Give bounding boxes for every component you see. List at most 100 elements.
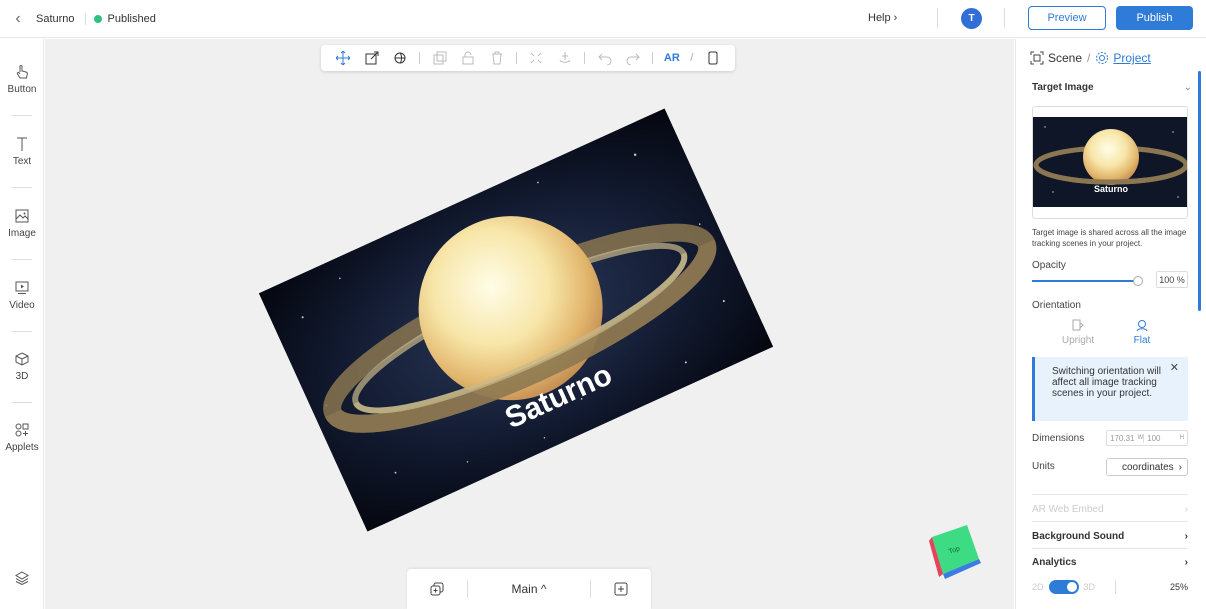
project-name[interactable]: Saturno [36, 12, 86, 25]
toggle-3d-label: 3D [1083, 582, 1096, 592]
target-image-note: Target image is shared across all the im… [1032, 228, 1187, 248]
divider [12, 187, 32, 188]
add-video-tool[interactable]: Video [0, 279, 44, 311]
pointer-hand-icon [0, 63, 44, 81]
toolbar-slash: / [690, 52, 694, 64]
chevron-right-icon: › [1184, 531, 1188, 542]
opacity-slider-track[interactable] [1032, 280, 1138, 282]
target-image-title[interactable]: Target Image [1032, 82, 1094, 93]
add-3d-tool[interactable]: 3D [0, 350, 44, 382]
layers-button[interactable] [0, 569, 44, 587]
divider [652, 52, 654, 64]
redo-icon [624, 49, 642, 67]
zoom-level[interactable]: 25% [1170, 582, 1188, 592]
help-link[interactable]: Help › [868, 12, 897, 24]
analytics-label: Analytics [1032, 557, 1077, 568]
opacity-slider-handle[interactable] [1133, 276, 1143, 286]
divider [1032, 494, 1188, 495]
tab-project-label: Project [1113, 51, 1151, 65]
gear-icon [1096, 52, 1109, 64]
collapse-icon [527, 49, 545, 67]
tab-project[interactable]: Project [1095, 51, 1151, 65]
duplicate-icon [431, 49, 449, 67]
image-icon [0, 207, 44, 225]
chevron-down-icon[interactable]: ⌄ [1184, 82, 1192, 93]
divider [937, 8, 938, 28]
background-sound-row[interactable]: Background Sound › [1032, 531, 1188, 542]
tab-scene-label: Scene [1048, 51, 1083, 65]
add-applets-tool[interactable]: Applets [0, 421, 44, 453]
units-value: coordinates [1121, 461, 1174, 473]
add-image-tool[interactable]: Image [0, 207, 44, 239]
tool-label: Text [12, 156, 32, 167]
tool-label: 3D [15, 371, 29, 382]
opacity-label: Opacity [1032, 260, 1066, 271]
orientation-upright-label: Upright [1061, 335, 1095, 346]
chevron-right-icon: › [1184, 557, 1188, 568]
tab-separator: / [1087, 51, 1091, 65]
lock-icon [459, 49, 477, 67]
view-cube[interactable]: Top [927, 519, 987, 579]
ar-view-toggle[interactable]: AR [664, 52, 680, 64]
left-toolbar: Button Text Image Video 3D Applets [0, 39, 44, 609]
scene-bar: Main ^ [407, 569, 651, 609]
move-icon[interactable] [334, 49, 352, 67]
preview-button[interactable]: Preview [1028, 6, 1106, 30]
divider [12, 259, 32, 260]
flat-icon [1117, 319, 1167, 335]
tab-scene[interactable]: Scene [1030, 51, 1082, 65]
add-button-tool[interactable]: Button [0, 63, 44, 95]
ar-web-embed-label: AR Web Embed [1032, 504, 1104, 515]
duplicate-scene-icon[interactable] [407, 582, 467, 596]
dimensions-label: Dimensions [1032, 433, 1085, 444]
text-icon [0, 135, 44, 153]
background-sound-label: Background Sound [1032, 531, 1125, 542]
video-icon [0, 279, 44, 297]
add-scene-icon[interactable] [591, 582, 651, 596]
chevron-right-icon: › [1184, 504, 1188, 515]
panel-tabs: Scene / Project [1030, 51, 1151, 65]
status-label: Published [107, 12, 156, 25]
orientation-label: Orientation [1032, 300, 1081, 311]
back-icon[interactable]: ‹ [0, 10, 36, 28]
close-icon[interactable]: ✕ [1170, 363, 1179, 374]
units-select[interactable]: coordinates › [1106, 458, 1188, 476]
divider [1004, 8, 1005, 28]
divider [12, 331, 32, 332]
orientation-flat[interactable]: Flat [1117, 319, 1167, 346]
scale-icon[interactable] [363, 49, 381, 67]
tool-label: Applets [5, 442, 39, 453]
analytics-row[interactable]: Analytics › [1032, 557, 1188, 568]
dimension-height-unit: H [1179, 435, 1184, 441]
publish-status: Published [86, 13, 156, 25]
phone-icon[interactable] [704, 49, 722, 67]
canvas-toolbar: AR / [321, 45, 735, 71]
chevron-right-icon: › [1178, 461, 1182, 473]
target-image-thumbnail[interactable]: Saturno [1032, 106, 1188, 219]
dimensions-input[interactable]: 170.31 W 100 H [1106, 430, 1188, 446]
dimension-height[interactable]: 100 [1143, 433, 1163, 443]
divider [1032, 521, 1188, 522]
tool-label: Video [9, 300, 35, 311]
thumbnail-caption: Saturno [1094, 184, 1129, 194]
opacity-input[interactable]: 100 % [1156, 271, 1188, 288]
applets-icon [0, 421, 44, 439]
orientation-upright[interactable]: Upright [1053, 319, 1103, 346]
divider [516, 52, 518, 64]
avatar[interactable]: T [961, 8, 982, 29]
tool-label: Image [8, 228, 36, 239]
divider [584, 52, 586, 64]
target-image[interactable]: Saturno [258, 108, 774, 532]
view-mode-toggle[interactable] [1048, 580, 1079, 594]
delete-icon [488, 49, 506, 67]
dimension-width[interactable]: 170.31 [1107, 434, 1137, 443]
scene-canvas[interactable]: AR / Saturno Main ^ Top [45, 39, 1014, 609]
upright-icon [1053, 319, 1103, 335]
add-text-tool[interactable]: Text [0, 135, 44, 167]
rotate-icon[interactable] [391, 49, 409, 67]
top-bar: ‹ Saturno Published Help › T Preview Pub… [0, 0, 1206, 38]
scene-selector[interactable]: Main ^ [468, 582, 590, 596]
divider [1115, 580, 1117, 594]
panel-scrollbar[interactable] [1198, 71, 1201, 311]
publish-button[interactable]: Publish [1116, 6, 1193, 30]
